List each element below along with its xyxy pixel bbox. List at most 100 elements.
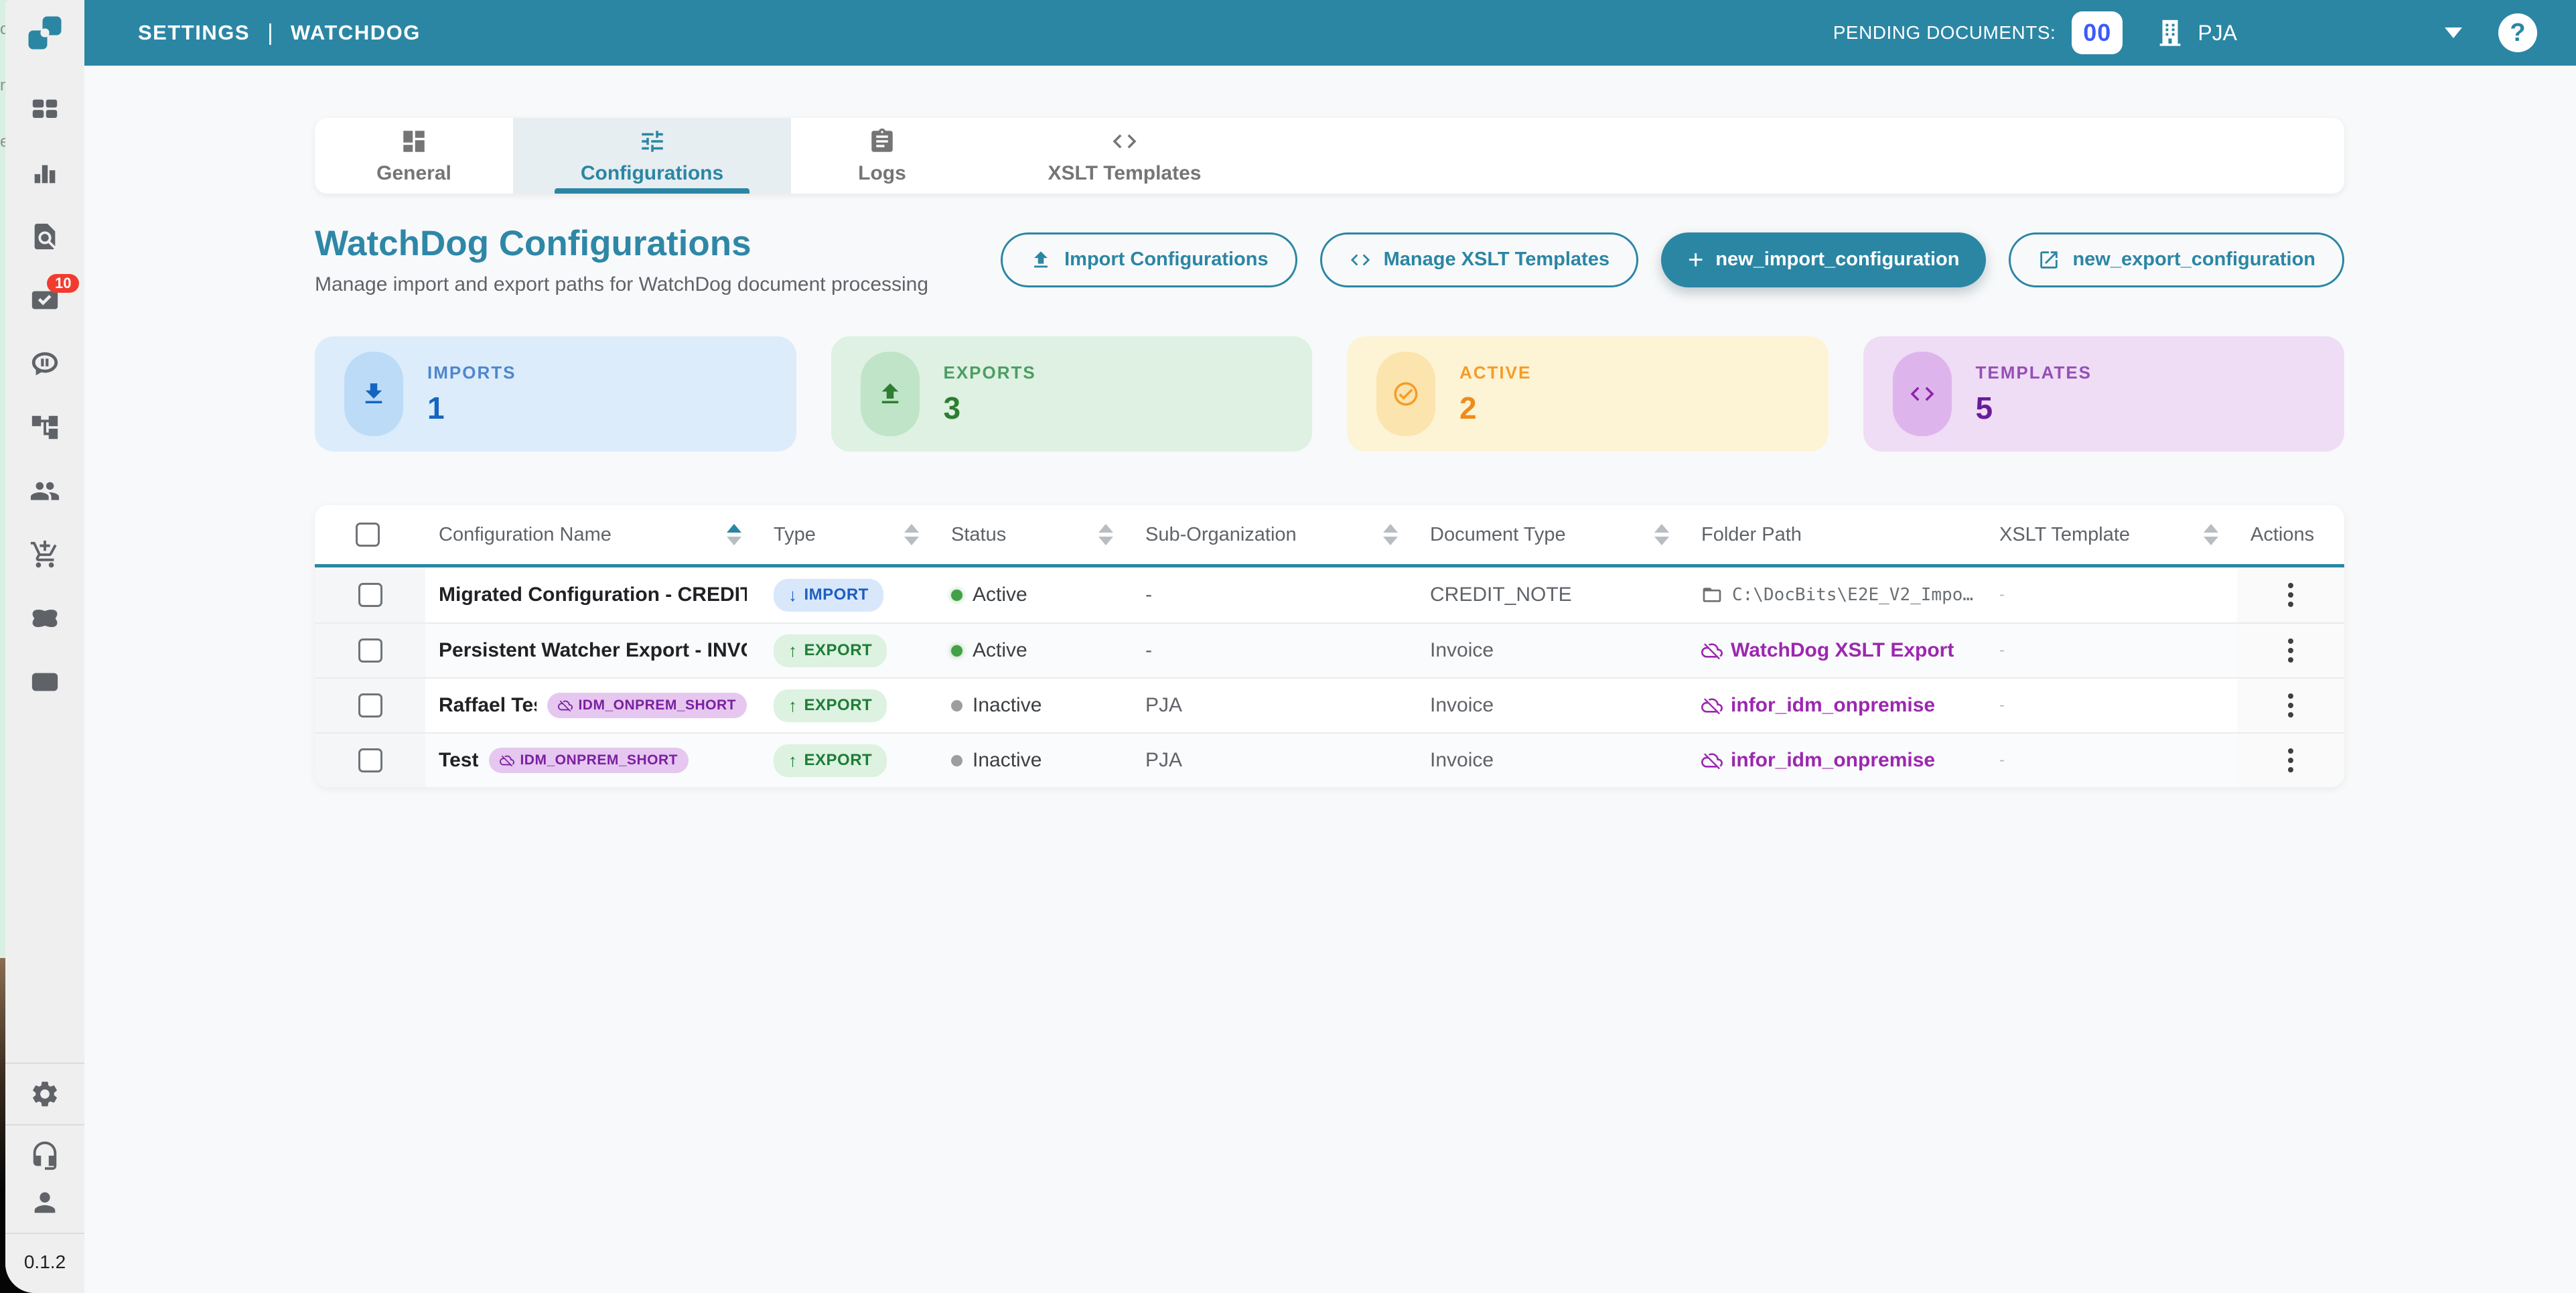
app-logo[interactable] [5,0,84,66]
sort-icon [727,524,741,545]
sort-icon [1098,524,1113,545]
document-search-icon[interactable] [29,221,60,252]
new-export-configuration-button[interactable]: new_export_configuration [2009,232,2344,287]
doctype-value: Invoice [1417,639,1688,662]
users-icon[interactable] [29,476,60,506]
folder-icon [1701,584,1723,606]
status-text: Active [973,584,1027,606]
cloud-off-icon [500,753,514,768]
table-row[interactable]: Persistent Watcher Export - INVOICE ↑EXP… [315,622,2344,677]
stat-card-imports: IMPORTS 1 [315,336,796,452]
manage-xslt-templates-button[interactable]: Manage XSLT Templates [1320,232,1638,287]
breadcrumb-section[interactable]: SETTINGS [138,21,250,45]
pending-documents-count: 00 [2083,19,2111,47]
status-text: Inactive [973,749,1042,772]
doctype-value: Invoice [1417,694,1688,717]
arrow-up-icon: ↑ [788,750,798,771]
config-name: Raffael Test [439,694,536,717]
chart-widget-icon[interactable] [29,667,60,697]
tab-logs[interactable]: Logs [791,118,973,194]
support-headset-icon[interactable] [29,1140,60,1171]
analytics-icon[interactable] [29,157,60,188]
doctype-value: Invoice [1417,749,1688,772]
organization-selector[interactable]: PJA [2155,17,2237,48]
status-dot [951,645,962,657]
type-badge: ↓IMPORT [774,579,883,612]
column-header-status[interactable]: Status [938,505,1132,564]
export-destination-link[interactable]: WatchDog XSLT Export [1688,639,1986,662]
code-icon [1111,127,1139,155]
xslt-template-value: - [1986,751,2237,770]
stat-label: TEMPLATES [1976,362,2092,383]
idm-badge: IDM_ONPREM_SHORT [489,748,689,773]
suborg-value: - [1132,639,1417,662]
table-row[interactable]: Migrated Configuration - CREDIT_NO ↓IMPO… [315,567,2344,622]
dashboard-icon[interactable] [29,94,60,125]
column-header-suborg[interactable]: Sub-Organization [1132,505,1417,564]
purchase-cart-icon[interactable] [29,539,60,570]
table-row[interactable]: Test IDM_ONPREM_SHORT ↑EXPORT Inactive P… [315,732,2344,787]
stat-label: IMPORTS [427,362,516,383]
page-title-block: WatchDog Configurations Manage import an… [315,223,928,296]
stat-value: 3 [944,390,1036,426]
select-all-checkbox[interactable] [356,523,380,547]
new-import-configuration-button[interactable]: + new_import_configuration [1661,232,1987,287]
column-header-doctype[interactable]: Document Type [1417,505,1688,564]
status-dot [951,590,962,601]
xslt-template-value: - [1986,586,2237,604]
arrow-up-icon: ↑ [788,695,798,716]
column-header-type[interactable]: Type [760,505,938,564]
suborg-value: PJA [1132,694,1417,717]
comment-search-icon[interactable] [29,348,60,379]
row-menu-kebab-icon[interactable] [2281,742,2300,779]
validation-tasks-icon[interactable]: 10 [29,285,60,316]
docbits-logo-icon [26,14,64,52]
organization-name: PJA [2198,21,2237,46]
row-menu-kebab-icon[interactable] [2281,687,2300,724]
sort-icon [1654,524,1669,545]
stat-label: ACTIVE [1459,362,1531,383]
status-dot [951,755,962,766]
table-row[interactable]: Raffael Test IDM_ONPREM_SHORT ↑EXPORT In… [315,677,2344,732]
row-checkbox[interactable] [358,638,382,663]
row-checkbox[interactable] [358,583,382,607]
tab-configurations[interactable]: Configurations [513,118,791,194]
export-destination-link[interactable]: infor_idm_onpremise [1688,749,1986,772]
help-icon[interactable]: ? [2498,13,2537,52]
building-icon [2155,17,2186,48]
type-badge: ↑EXPORT [774,744,887,777]
column-header-folder: Folder Path [1688,505,1986,564]
status-text: Active [973,639,1027,662]
integration-orbit-icon[interactable] [29,603,60,634]
column-header-xslt[interactable]: XSLT Template [1986,505,2237,564]
column-header-actions: Actions [2237,505,2344,564]
cloud-off-icon [1701,750,1723,771]
column-header-name[interactable]: Configuration Name [425,505,760,564]
page-title: WatchDog Configurations [315,223,928,264]
workflow-icon[interactable] [29,412,60,443]
clipboard-icon [868,127,896,155]
import-configurations-button[interactable]: Import Configurations [1001,232,1297,287]
sidebar: 10 [5,0,84,1293]
page-subtitle: Manage import and export paths for Watch… [315,273,928,296]
stat-value: 1 [427,390,516,426]
notification-badge: 10 [47,274,79,293]
row-checkbox[interactable] [358,693,382,718]
row-menu-kebab-icon[interactable] [2281,576,2300,614]
export-destination-link[interactable]: infor_idm_onpremise [1688,694,1986,717]
row-menu-kebab-icon[interactable] [2281,632,2300,669]
status-dot [951,700,962,711]
tab-general[interactable]: General [315,118,513,194]
idm-badge: IDM_ONPREM_SHORT [547,693,747,718]
profile-icon[interactable] [29,1187,60,1218]
row-checkbox[interactable] [358,748,382,772]
tab-xslt-templates[interactable]: XSLT Templates [973,118,1276,194]
pending-documents-badge[interactable]: 00 [2072,11,2123,54]
tune-icon [638,127,666,155]
chevron-down-icon[interactable] [2445,27,2462,38]
arrow-down-icon: ↓ [788,585,798,606]
xslt-template-value: - [1986,641,2237,660]
settings-gear-icon[interactable] [29,1079,60,1109]
suborg-value: PJA [1132,749,1417,772]
breadcrumb-page: WATCHDOG [291,21,421,45]
